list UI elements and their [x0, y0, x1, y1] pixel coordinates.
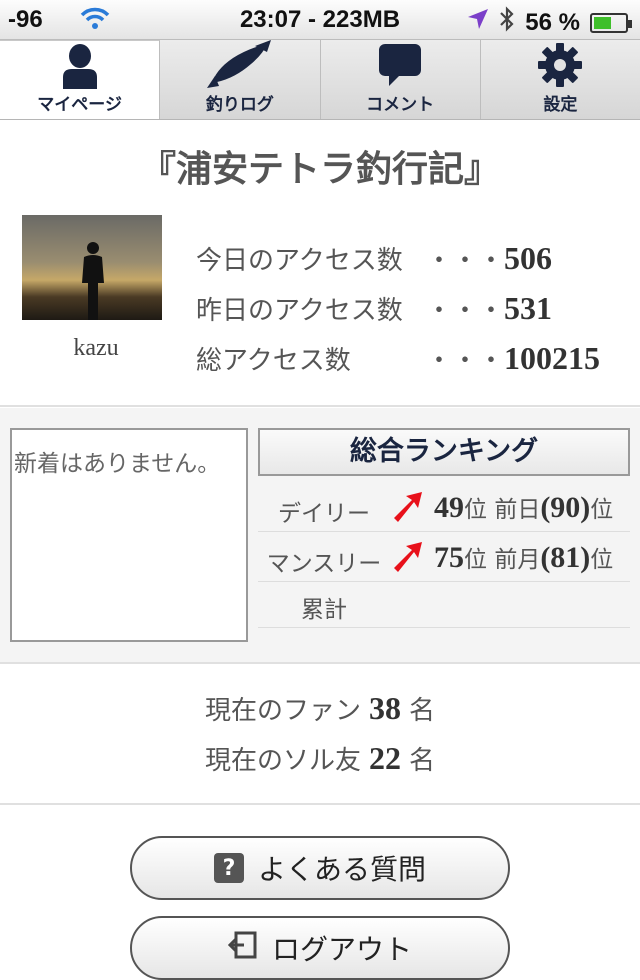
news-box: 新着はありません。 [10, 428, 248, 642]
fan-count: 38 [369, 690, 401, 726]
tab-label: コメント [366, 95, 435, 115]
location-arrow-icon [467, 8, 489, 37]
stat-row-yesterday: 昨日のアクセス数 ・・・ 531 [196, 290, 626, 340]
fan-suffix: 名 [409, 696, 436, 726]
stat-dots: ・・・ [426, 346, 505, 376]
rank-label: マンスリー [266, 551, 382, 577]
divider [0, 803, 640, 805]
faq-button-label: よくある質問 [257, 853, 426, 886]
tab-label: マイページ [37, 95, 122, 115]
rank-label: デイリー [278, 501, 370, 527]
divider [0, 405, 640, 407]
rank-prev-unit: 位 [590, 497, 614, 523]
tab-settings[interactable]: 設定 [480, 40, 640, 119]
logout-button[interactable]: ログアウト [130, 916, 510, 980]
rank-value: 75 [434, 541, 464, 574]
stat-dots: ・・・ [426, 296, 505, 326]
speech-bubble-icon [377, 40, 423, 90]
news-empty-text: 新着はありません。 [14, 451, 221, 477]
blog-title: 『浦安テトラ釣行記』 [139, 149, 500, 190]
stat-value: 531 [504, 290, 552, 326]
faq-button[interactable]: ? よくある質問 [130, 836, 510, 900]
stat-dots: ・・・ [426, 246, 505, 276]
avatar[interactable] [22, 215, 162, 320]
up-arrow-icon [390, 538, 426, 580]
rank-unit: 位 [464, 497, 487, 523]
battery-percent: 56 % [525, 8, 580, 36]
rank-unit: 位 [464, 547, 487, 573]
person-icon [60, 41, 100, 90]
stat-label: 総アクセス数 [196, 346, 351, 376]
rank-prev-label: 前日 [494, 497, 541, 523]
stat-row-today: 今日のアクセス数 ・・・ 506 [196, 240, 626, 290]
tab-bar: マイページ 釣りログ コメント 設定 [0, 40, 640, 120]
up-arrow-icon [390, 488, 426, 530]
logout-icon [227, 930, 258, 967]
stat-value: 506 [504, 240, 552, 276]
bluetooth-icon [499, 6, 515, 39]
username[interactable]: kazu [22, 335, 170, 362]
sol-suffix: 名 [409, 746, 436, 776]
status-bar: -96 23:07 - 223MB 56 % [0, 0, 640, 40]
divider [0, 662, 640, 664]
ranking-row-total: 累計 [258, 582, 630, 628]
rank-prev-unit: 位 [590, 547, 614, 573]
stat-value: 100215 [504, 340, 600, 376]
sol-friend-count: 22 [369, 740, 401, 776]
question-icon: ? [213, 853, 244, 883]
stat-label: 今日のアクセス数 [196, 246, 403, 276]
access-stats: 今日のアクセス数 ・・・ 506 昨日のアクセス数 ・・・ 531 総アクセス数… [196, 240, 626, 390]
ranking-header: 総合ランキング [258, 428, 630, 476]
fan-stats: 現在のファン 38 名 現在のソル友 22 名 [0, 690, 640, 790]
fish-icon [205, 40, 275, 90]
gear-icon [537, 40, 583, 90]
stat-row-total: 総アクセス数 ・・・ 100215 [196, 340, 626, 390]
sol-prefix: 現在のソル友 [204, 746, 361, 776]
rank-prev-label: 前月 [494, 547, 541, 573]
tab-mypage[interactable]: マイページ [0, 40, 161, 119]
fan-prefix: 現在のファン [204, 696, 361, 726]
battery-fill [594, 16, 611, 29]
battery-icon [590, 12, 632, 33]
tab-fishing-log[interactable]: 釣りログ [160, 40, 321, 119]
rank-prev-value: (81) [540, 541, 591, 574]
sol-friend-count-row: 現在のソル友 22 名 [0, 740, 640, 790]
tab-comment[interactable]: コメント [320, 40, 481, 119]
tab-label: 設定 [543, 95, 578, 115]
rank-prev-value: (90) [540, 491, 591, 524]
fan-count-row: 現在のファン 38 名 [0, 690, 640, 740]
stat-label: 昨日のアクセス数 [196, 296, 403, 326]
silhouette-icon [82, 242, 104, 320]
logout-button-label: ログアウト [271, 933, 412, 966]
tab-label: 釣りログ [205, 95, 274, 115]
ranking-row-monthly: マンスリー 75位 前月(81)位 [258, 536, 630, 582]
rank-value: 49 [434, 491, 464, 524]
ranking-row-daily: デイリー 49位 前日(90)位 [258, 486, 630, 532]
rank-label: 累計 [301, 597, 347, 623]
